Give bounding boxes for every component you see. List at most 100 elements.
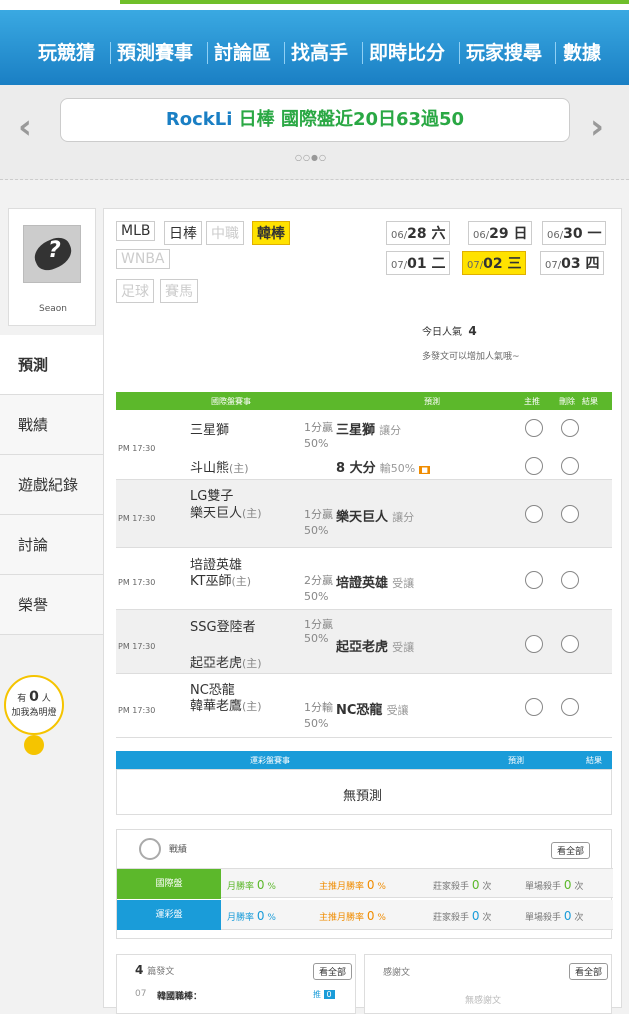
top-accent-bar bbox=[120, 0, 629, 4]
sport-tab-soccer[interactable]: 足球 bbox=[116, 279, 154, 303]
pick-1[interactable]: 培證英雄 受讓 bbox=[336, 572, 414, 591]
posts-panel: 4 篇發文 看全部 07 韓國職棒： 推 0 bbox=[116, 954, 356, 1014]
delete-radio[interactable] bbox=[561, 457, 579, 475]
delete-radio[interactable] bbox=[561, 505, 579, 523]
ticker-pagination[interactable]: ○○●○ bbox=[295, 153, 327, 162]
delete-radio[interactable] bbox=[561, 419, 579, 437]
chevron-right-icon[interactable]: › bbox=[590, 107, 604, 147]
main-pick-radio[interactable] bbox=[525, 505, 543, 523]
date-tab-selected[interactable]: 07/02 三 bbox=[462, 251, 527, 275]
ticker-headline[interactable]: 日棒 國際盤近20日63過50 bbox=[232, 109, 464, 130]
game-time: PM 17:30 bbox=[118, 706, 156, 715]
odds-percent: 50% bbox=[304, 437, 329, 450]
thanks-panel: 感謝文 看全部 無感謝文 bbox=[364, 954, 612, 1014]
nav-item-data[interactable]: 數據 bbox=[563, 38, 601, 65]
table-row: PM 17:30 LG雙子 樂天巨人(主) 1分贏 50% 樂天巨人 讓分 bbox=[116, 480, 612, 548]
pick-1[interactable]: 樂天巨人 讓分 bbox=[336, 506, 414, 525]
avatar[interactable]: ? bbox=[23, 225, 81, 283]
profile-card: ? Seaon bbox=[8, 208, 96, 326]
date-tab[interactable]: 06/29 日 bbox=[468, 221, 533, 245]
sidebar-item-honor[interactable]: 榮譽 bbox=[0, 575, 103, 635]
lightbulb-icon bbox=[24, 735, 44, 755]
badge-lottery: 運彩盤 bbox=[117, 900, 221, 930]
delete-radio[interactable] bbox=[561, 571, 579, 589]
main-pick-radio[interactable] bbox=[525, 571, 543, 589]
sidebar-item-discussion[interactable]: 討論 bbox=[0, 515, 103, 575]
odds-line: 2分贏 bbox=[304, 574, 333, 587]
news-ticker: ‹ RockLi 日棒 國際盤近20日63過50 ○○●○ › bbox=[0, 85, 629, 180]
sport-tab-horse[interactable]: 賽馬 bbox=[160, 279, 198, 303]
fan-bulb[interactable]: 有 0 人 加我為明燈 bbox=[4, 675, 64, 735]
delete-radio[interactable] bbox=[561, 635, 579, 653]
stat-main-monthly: 主推月勝率 0 % bbox=[319, 878, 386, 892]
ticker-name[interactable]: RockLi bbox=[166, 109, 233, 130]
sport-tab-npb[interactable]: 日棒 bbox=[164, 221, 202, 245]
main-pick-radio[interactable] bbox=[525, 419, 543, 437]
sport-tab-cpbl[interactable]: 中職 bbox=[206, 221, 244, 245]
sidebar-item-record[interactable]: 戰績 bbox=[0, 395, 103, 455]
sport-tab-wnba[interactable]: WNBA bbox=[116, 249, 170, 269]
game-time: PM 17:30 bbox=[118, 578, 156, 587]
nav-separator bbox=[207, 42, 208, 64]
date-tab[interactable]: 06/30 一 bbox=[542, 221, 607, 245]
nav-separator bbox=[110, 42, 111, 64]
date-tab[interactable]: 06/28 六 bbox=[386, 221, 451, 245]
main-pick-radio[interactable] bbox=[525, 635, 543, 653]
home-team: 起亞老虎(主) bbox=[190, 656, 262, 671]
sport-tab-kbo[interactable]: 韓棒 bbox=[252, 221, 290, 245]
thanks-view-all-button[interactable]: 看全部 bbox=[569, 963, 609, 980]
odds-percent: 50% bbox=[304, 524, 329, 537]
intl-header-delete: 刪除 bbox=[559, 397, 575, 406]
home-team: KT巫師(主) bbox=[190, 574, 252, 589]
posts-view-all-button[interactable]: 看全部 bbox=[313, 963, 353, 980]
sidebar-item-predict[interactable]: 預測 bbox=[0, 335, 103, 395]
main-nav: 玩競猜 預測賽事 討論區 找高手 即時比分 玩家搜尋 數據 bbox=[0, 10, 629, 85]
intl-header-games: 國際盤賽事 bbox=[211, 397, 251, 406]
ticker-box[interactable]: RockLi 日棒 國際盤近20日63過50 bbox=[60, 98, 570, 142]
nav-item-experts[interactable]: 找高手 bbox=[291, 38, 348, 65]
stat-single-killer: 單場殺手 0 次 bbox=[525, 909, 584, 923]
nav-item-search[interactable]: 玩家搜尋 bbox=[466, 38, 542, 65]
table-row: PM 17:30 SSG登陸者 起亞老虎(主) 1分贏 50% 起亞老虎 受讓 bbox=[116, 610, 612, 674]
odds-line: 1分輸 bbox=[304, 701, 333, 714]
nav-item-predict[interactable]: 預測賽事 bbox=[117, 38, 193, 65]
main-pick-radio[interactable] bbox=[525, 698, 543, 716]
sport-tab-mlb[interactable]: MLB bbox=[116, 221, 156, 241]
stat-monthly: 月勝率 0 % bbox=[227, 878, 276, 892]
intl-header-pick: 預測 bbox=[424, 397, 440, 406]
main-pick-radio[interactable] bbox=[525, 457, 543, 475]
pick-1[interactable]: 起亞老虎 受讓 bbox=[336, 636, 414, 655]
chevron-left-icon[interactable]: ‹ bbox=[18, 107, 32, 147]
nav-item-forum[interactable]: 討論區 bbox=[214, 38, 271, 65]
delete-radio[interactable] bbox=[561, 698, 579, 716]
record-row-lottery: 運彩盤 月勝率 0 % 主推月勝率 0 % 莊家殺手 0 次 單場殺手 0 次 bbox=[117, 900, 613, 930]
nav-item-live[interactable]: 即時比分 bbox=[369, 38, 445, 65]
stat-main-monthly: 主推月勝率 0 % bbox=[319, 909, 386, 923]
sidebar-item-game-log[interactable]: 遊戲紀錄 bbox=[0, 455, 103, 515]
nav-item-guess[interactable]: 玩競猜 bbox=[38, 38, 95, 65]
pick-1[interactable]: NC恐龍 受讓 bbox=[336, 699, 409, 718]
lottery-header-pick: 預測 bbox=[508, 756, 524, 765]
fans-prefix: 有 bbox=[17, 694, 27, 704]
home-team: 韓華老鷹(主) bbox=[190, 699, 262, 714]
fans-suffix: 人 bbox=[41, 694, 51, 704]
lottery-empty-row: 無預測 bbox=[116, 769, 612, 815]
stat-single-killer: 單場殺手 0 次 bbox=[525, 878, 584, 892]
away-team: 三星獅 bbox=[190, 423, 230, 438]
date-tab[interactable]: 07/01 二 bbox=[386, 251, 451, 275]
popularity-note: 多發文可以增加人氣哦~ bbox=[422, 352, 520, 362]
question-mark-icon: ? bbox=[48, 238, 61, 263]
date-tab[interactable]: 07/03 四 bbox=[540, 251, 605, 275]
record-view-all-button[interactable]: 看全部 bbox=[551, 842, 591, 859]
pick-1[interactable]: 三星獅 讓分 bbox=[336, 419, 401, 438]
username: Seaon bbox=[39, 304, 67, 314]
home-team: 斗山熊(主) bbox=[190, 461, 249, 476]
main-panel: MLB 日棒 中職 韓棒 WNBA 足球 賽馬 06/28 六 06/29 日 … bbox=[103, 208, 622, 1014]
table-row: PM 17:30 三星獅 斗山熊(主) 1分贏 50% 三星獅 讓分 8 大分 … bbox=[116, 410, 612, 480]
table-row: PM 17:30 NC恐龍 韓華老鷹(主) 1分輸 50% NC恐龍 受讓 bbox=[116, 674, 612, 738]
post-push: 推 0 bbox=[313, 989, 335, 1000]
pick-2[interactable]: 8 大分 輸50% ■ bbox=[336, 457, 430, 476]
post-title[interactable]: 韓國職棒： bbox=[157, 989, 202, 1002]
stat-bookie-killer: 莊家殺手 0 次 bbox=[433, 909, 492, 923]
record-panel: 戰績 看全部 國際盤 月勝率 0 % 主推月勝率 0 % 莊家殺手 0 次 單場… bbox=[116, 829, 613, 939]
